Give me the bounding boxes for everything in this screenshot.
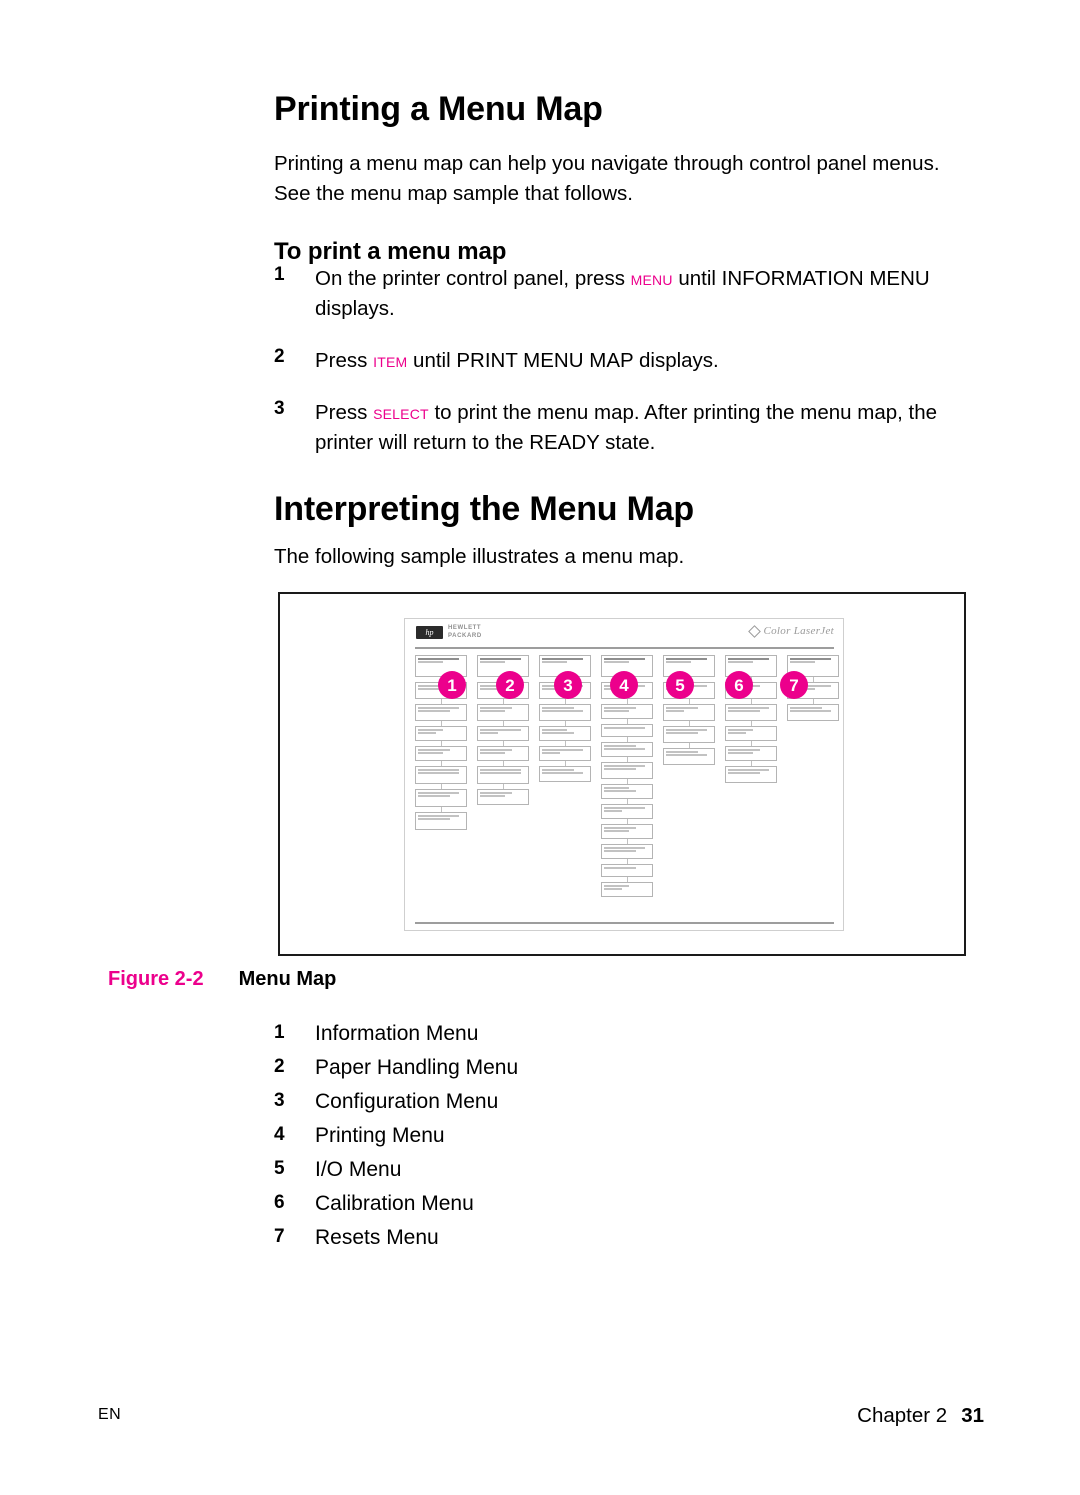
intro-paragraph-interpreting: The following sample illustrates a menu … <box>274 544 685 568</box>
control-key-item: ITEM <box>373 349 408 372</box>
figure-number: Figure 2-2 <box>108 968 204 990</box>
legend-item: 6 Calibration Menu <box>274 1192 774 1226</box>
legend-item: 2 Paper Handling Menu <box>274 1056 774 1090</box>
hp-logo-icon: hp <box>416 626 443 639</box>
color-laserjet-mark: Color LaserJet <box>748 624 834 638</box>
hewlett-packard-wordmark: HEWLETT PACKARD <box>448 625 482 639</box>
callout-2: 2 <box>496 671 524 699</box>
footer-locale: EN <box>98 1406 122 1423</box>
footer-chapter-page: Chapter 2 31 <box>857 1404 984 1428</box>
menu-map-sample-page: hp HEWLETT PACKARD Color LaserJet <box>404 618 844 931</box>
intro-paragraph-printing: Printing a menu map can help you navigat… <box>274 151 940 205</box>
step-text: Press SELECT to print the menu map. Afte… <box>315 401 937 454</box>
step-item: 1 On the printer control panel, press ME… <box>274 264 974 324</box>
callout-6: 6 <box>725 671 753 699</box>
figure-title: Menu Map <box>238 968 337 990</box>
step-text-before-key: Press <box>315 349 374 372</box>
legend-number: 5 <box>274 1158 285 1179</box>
step-text-after-key: until PRINT MENU MAP displays. <box>407 349 719 372</box>
step-item: 3 Press SELECT to print the menu map. Af… <box>274 398 974 458</box>
figure-legend-list: 1 Information Menu 2 Paper Handling Menu… <box>274 1022 774 1260</box>
step-text-before-key: On the printer control panel, press <box>315 267 631 290</box>
figure-caption: Figure 2-2 Menu Map <box>108 968 336 991</box>
step-number: 1 <box>274 264 285 285</box>
legend-label: Paper Handling Menu <box>315 1056 519 1079</box>
callout-3: 3 <box>554 671 582 699</box>
page-title-interpreting-the-menu-map: Interpreting the Menu Map <box>274 489 695 528</box>
step-item: 2 Press ITEM until PRINT MENU MAP displa… <box>274 346 974 376</box>
legend-label: I/O Menu <box>315 1158 402 1181</box>
legend-label: Information Menu <box>315 1022 479 1045</box>
step-number: 2 <box>274 346 285 367</box>
legend-number: 3 <box>274 1090 285 1111</box>
page-title-printing-a-menu-map: Printing a Menu Map <box>274 89 603 128</box>
footer-page-number: 31 <box>961 1404 984 1427</box>
callout-4: 4 <box>610 671 638 699</box>
callout-7: 7 <box>780 671 808 699</box>
legend-number: 6 <box>274 1192 285 1213</box>
legend-item: 7 Resets Menu <box>274 1226 774 1260</box>
color-laserjet-label: Color LaserJet <box>763 625 834 637</box>
legend-item: 5 I/O Menu <box>274 1158 774 1192</box>
figure-frame: hp HEWLETT PACKARD Color LaserJet 1 2 3 … <box>278 592 966 956</box>
legend-number: 2 <box>274 1056 285 1077</box>
callout-1: 1 <box>438 671 466 699</box>
legend-label: Resets Menu <box>315 1226 439 1249</box>
header-rule <box>415 647 834 649</box>
control-key-select: SELECT <box>373 401 429 424</box>
step-text: Press ITEM until PRINT MENU MAP displays… <box>315 349 719 372</box>
legend-item: 3 Configuration Menu <box>274 1090 774 1124</box>
legend-label: Configuration Menu <box>315 1090 499 1113</box>
footer-chapter-label: Chapter 2 <box>857 1404 948 1427</box>
procedure-steps-list: 1 On the printer control panel, press ME… <box>274 264 974 458</box>
legend-label: Printing Menu <box>315 1124 445 1147</box>
document-page: Printing a Menu Map Printing a menu map … <box>0 0 1080 1495</box>
step-number: 3 <box>274 398 285 419</box>
footer-rule <box>415 922 834 924</box>
legend-label: Calibration Menu <box>315 1192 474 1215</box>
control-key-menu: MENU <box>630 267 673 290</box>
legend-item: 4 Printing Menu <box>274 1124 774 1158</box>
diamond-icon <box>748 624 762 638</box>
legend-number: 1 <box>274 1022 285 1043</box>
legend-number: 4 <box>274 1124 285 1145</box>
menu-column-5 <box>663 655 715 770</box>
sample-page-header: hp HEWLETT PACKARD Color LaserJet <box>405 619 843 649</box>
legend-item: 1 Information Menu <box>274 1022 774 1056</box>
callout-5: 5 <box>666 671 694 699</box>
legend-number: 7 <box>274 1226 285 1247</box>
step-text-before-key: Press <box>315 401 374 424</box>
step-text: On the printer control panel, press MENU… <box>315 267 930 320</box>
subheading-to-print-a-menu-map: To print a menu map <box>274 237 507 265</box>
